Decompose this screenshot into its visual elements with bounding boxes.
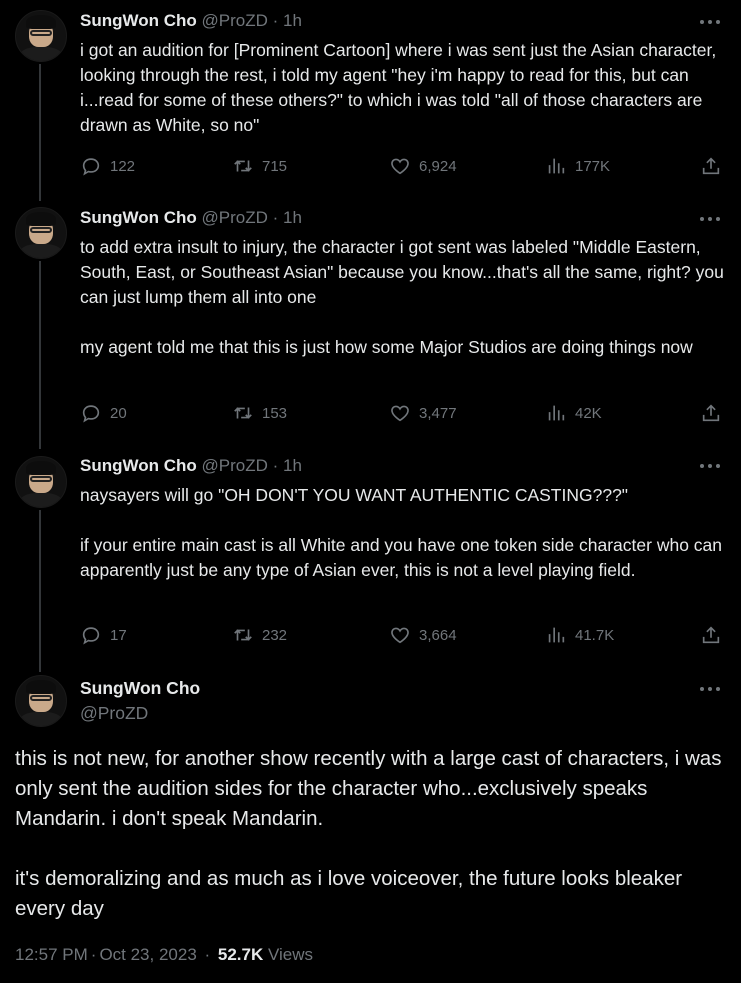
reply-button[interactable]: 20	[80, 402, 127, 424]
views-icon	[548, 627, 565, 643]
like-count: 3,477	[419, 404, 457, 422]
views-button[interactable]: 177K	[545, 155, 610, 177]
views-button[interactable]: 41.7K	[545, 624, 614, 646]
heart-icon	[391, 405, 409, 422]
repost-icon	[234, 629, 252, 641]
avatar[interactable]	[15, 675, 67, 727]
main-tweet-text: this is not new, for another show recent…	[15, 744, 731, 924]
author-handle[interactable]: @ProZD	[202, 11, 268, 30]
reply-button[interactable]: 17	[80, 624, 127, 646]
views-total: 52.7K	[217, 945, 264, 964]
views-icon	[548, 405, 565, 421]
thread-tweet-3[interactable]: SungWon Cho @ProZD · 1h naysayers will g…	[0, 445, 741, 667]
tweet-paragraph: it's demoralizing and as much as i love …	[15, 867, 683, 920]
repost-icon	[234, 160, 252, 172]
tweet-date[interactable]: Oct 23, 2023	[99, 945, 196, 964]
author-handle[interactable]: @ProZD	[202, 208, 268, 227]
tweet-text: naysayers will go "OH DON'T YOU WANT AUT…	[80, 483, 730, 583]
more-icon[interactable]	[700, 213, 720, 225]
tweet-header: SungWon Cho @ProZD · 1h	[80, 11, 302, 33]
tweet-time[interactable]: 1h	[283, 11, 302, 30]
views-button[interactable]: 42K	[545, 402, 602, 424]
views-icon	[548, 158, 565, 174]
separator-dot: ·	[199, 945, 215, 964]
tweet-time[interactable]: 1h	[283, 456, 302, 475]
thread-tweet-1[interactable]: SungWon Cho @ProZD · 1h i got an auditio…	[0, 0, 741, 195]
more-icon[interactable]	[700, 16, 720, 28]
reply-count: 20	[110, 404, 127, 422]
share-icon	[702, 404, 720, 422]
tweet-actions: 122 715 6,924 177K	[80, 155, 722, 177]
share-icon	[702, 157, 720, 175]
tweet-header: SungWon Cho @ProZD · 1h	[80, 208, 302, 230]
repost-button[interactable]: 715	[232, 155, 287, 177]
avatar[interactable]	[15, 10, 67, 62]
avatar[interactable]	[15, 207, 67, 259]
views-count: 177K	[575, 157, 611, 175]
separator-dot: ·	[90, 945, 97, 964]
like-button[interactable]: 6,924	[389, 155, 457, 177]
tweet-header: SungWon Cho @ProZD · 1h	[80, 456, 302, 478]
share-button[interactable]	[700, 402, 722, 424]
author-name[interactable]: SungWon Cho	[80, 456, 197, 475]
separator-dot: ·	[272, 208, 279, 227]
heart-icon	[391, 627, 409, 644]
tweet-actions: 20 153 3,477 42K	[80, 402, 722, 424]
tweet-paragraph: if your entire main cast is all White an…	[80, 535, 723, 580]
reply-button[interactable]: 122	[80, 155, 135, 177]
avatar[interactable]	[15, 456, 67, 508]
views-label: Views	[268, 945, 314, 964]
tweet-time[interactable]: 1h	[283, 208, 302, 227]
tweet-paragraph: this is not new, for another show recent…	[15, 747, 722, 830]
like-button[interactable]: 3,477	[389, 402, 457, 424]
tweet-paragraph: naysayers will go "OH DON'T YOU WANT AUT…	[80, 485, 629, 505]
separator-dot: ·	[272, 456, 279, 475]
repost-button[interactable]: 153	[232, 402, 287, 424]
repost-count: 232	[262, 626, 288, 644]
repost-count: 715	[262, 157, 288, 175]
tweet-actions: 17 232 3,664 41.7K	[80, 624, 722, 646]
like-button[interactable]: 3,664	[389, 624, 457, 646]
tweet-timestamp[interactable]: 12:57 PM	[15, 945, 88, 964]
separator-dot: ·	[272, 11, 279, 30]
views-count: 42K	[575, 404, 602, 422]
author-handle[interactable]: @ProZD	[202, 456, 268, 475]
views-count: 41.7K	[575, 626, 615, 644]
like-count: 3,664	[419, 626, 457, 644]
tweet-text: to add extra insult to injury, the chara…	[80, 235, 730, 360]
reply-icon	[82, 158, 100, 176]
repost-icon	[234, 407, 252, 419]
author-handle[interactable]: @ProZD	[80, 703, 148, 724]
reply-count: 17	[110, 626, 127, 644]
author-name[interactable]: SungWon Cho	[80, 11, 197, 30]
author-name[interactable]: SungWon Cho	[80, 678, 200, 699]
more-icon[interactable]	[700, 683, 720, 695]
reply-icon	[82, 405, 100, 423]
repost-count: 153	[262, 404, 288, 422]
repost-button[interactable]: 232	[232, 624, 287, 646]
share-button[interactable]	[700, 155, 722, 177]
reply-icon	[82, 627, 100, 645]
thread-tweet-2[interactable]: SungWon Cho @ProZD · 1h to add extra ins…	[0, 195, 741, 445]
tweet-paragraph: my agent told me that this is just how s…	[80, 337, 693, 357]
share-icon	[702, 626, 720, 644]
reply-count: 122	[110, 157, 136, 175]
tweet-paragraph: i got an audition for [Prominent Cartoon…	[80, 40, 717, 135]
like-count: 6,924	[419, 157, 457, 175]
tweet-paragraph: to add extra insult to injury, the chara…	[80, 237, 724, 307]
tweet-text: i got an audition for [Prominent Cartoon…	[80, 38, 730, 138]
share-button[interactable]	[700, 624, 722, 646]
tweet-meta: 12:57 PM · Oct 23, 2023 · 52.7K Views	[15, 945, 313, 965]
author-name[interactable]: SungWon Cho	[80, 208, 197, 227]
heart-icon	[391, 158, 409, 175]
more-icon[interactable]	[700, 460, 720, 472]
